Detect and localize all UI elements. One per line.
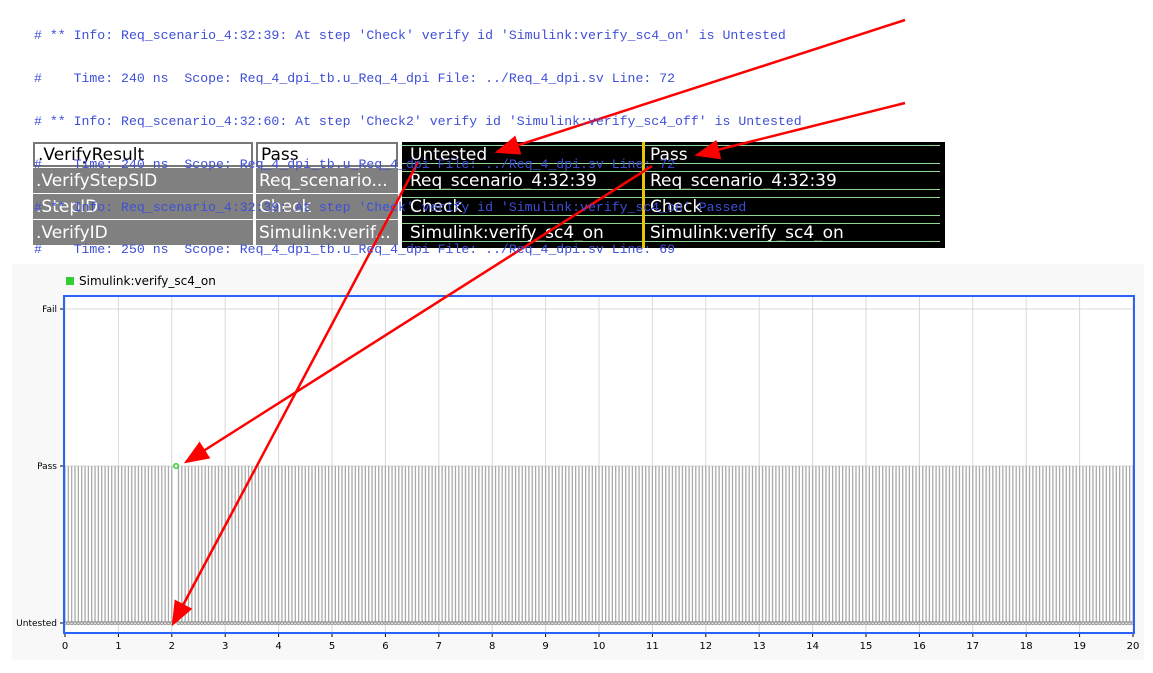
x-tick-label: 11	[646, 641, 659, 652]
y-tick-label: Untested	[16, 619, 57, 629]
x-tick-label: 16	[913, 641, 926, 652]
x-tick-label: 17	[966, 641, 979, 652]
x-tick-label: 1	[115, 641, 121, 652]
x-tick-label: 13	[753, 641, 766, 652]
x-tick-label: 12	[699, 641, 712, 652]
x-tick-label: 4	[275, 641, 281, 652]
log-line: # ** Info: Req_scenario_4:32:39: At step…	[34, 199, 747, 215]
verification-chart: 0 1 2 3 4 5 6 7 8 9 10 11 12 13 14 15 16 17 18 19 20 Untested…	[12, 264, 1144, 660]
x-tick-label: 10	[593, 641, 606, 652]
log-line: # Time: 240 ns Scope: Req_4_dpi_tb.u_Req…	[34, 71, 676, 87]
x-tick-label: 0	[62, 641, 68, 652]
x-tick-label: 19	[1073, 641, 1086, 652]
x-tick-label: 14	[806, 641, 819, 652]
x-tick-label: 15	[860, 641, 873, 652]
log-line: # ** Info: Req_scenario_4:32:60: At step…	[34, 114, 802, 130]
x-tick-label: 5	[329, 641, 335, 652]
data-point-pass	[173, 462, 180, 470]
x-tick-label: 8	[489, 641, 495, 652]
log-line: # Time: 240 ns Scope: Req_4_dpi_tb.u_Req…	[34, 156, 676, 172]
y-tick-label: Fail	[42, 305, 57, 315]
log-line: # ** Info: Req_scenario_4:32:39: At step…	[34, 28, 786, 44]
chart-svg: 0 1 2 3 4 5 6 7 8 9 10 11 12 13 14 15 16 17 18 19 20Untested…	[16, 274, 1140, 652]
x-tick-label: 20	[1127, 641, 1140, 652]
y-tick-label: Pass	[37, 462, 57, 472]
x-tick-label: 7	[436, 641, 442, 652]
x-tick-label: 3	[222, 641, 228, 652]
x-tick-label: 18	[1020, 641, 1033, 652]
x-tick-label: 2	[169, 641, 175, 652]
x-tick-label: 9	[542, 641, 548, 652]
x-tick-label: 6	[382, 641, 388, 652]
console-log: # ** Info: Req_scenario_4:32:39: At step…	[34, 4, 802, 282]
log-line: # Time: 250 ns Scope: Req_4_dpi_tb.u_Req…	[34, 242, 676, 258]
